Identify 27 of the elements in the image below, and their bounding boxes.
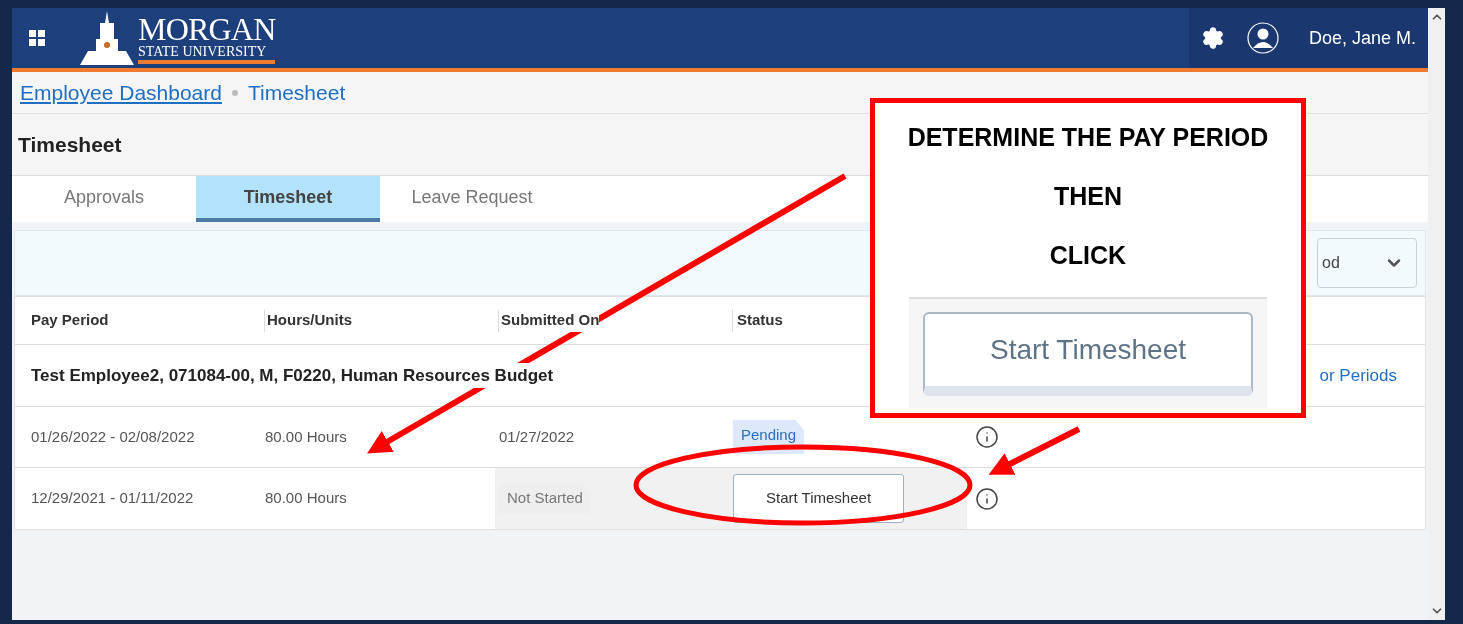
info-icon[interactable]	[975, 486, 999, 511]
tab[interactable]: Approvals	[12, 176, 196, 222]
user-avatar-icon[interactable]	[1246, 22, 1279, 54]
logo-subtitle: STATE UNIVERSITY	[138, 44, 276, 64]
table-cell-text: 80.00 Hours	[265, 426, 348, 447]
periods-link[interactable]: or Periods	[1319, 362, 1397, 389]
table-cell-text: 12/29/2021 - 01/11/2022	[31, 488, 195, 509]
tab[interactable]: Timesheet	[196, 176, 380, 222]
period-dropdown[interactable]: od	[1317, 238, 1417, 288]
table-cell-text: 01/26/2022 - 02/08/2022	[31, 426, 196, 447]
group-title: Test Employee2, 071084-00, M, F0220, Human Resources Budget	[31, 362, 554, 389]
start-timesheet-button[interactable]: Start Timesheet	[923, 311, 1253, 396]
breadcrumb-link[interactable]: Timesheet	[247, 76, 346, 109]
table-cell-text: 80.00 Hours	[265, 488, 348, 509]
callout-text: DETERMINE THE PAY PERIOD	[907, 122, 1269, 153]
start-timesheet-button[interactable]: Start Timesheet	[733, 474, 905, 523]
callout-text: CLICK	[1049, 240, 1127, 271]
page-title: Timesheet	[18, 131, 122, 158]
callout-text: THEN	[1053, 181, 1123, 212]
table-cell-text: 01/27/2022	[499, 426, 575, 447]
logo-title: MORGAN	[138, 12, 276, 45]
apps-grid-icon[interactable]	[28, 29, 46, 47]
settings-icon[interactable]	[1200, 26, 1225, 50]
tab[interactable]: Leave Request	[380, 176, 564, 222]
breadcrumb-link[interactable]: Employee Dashboard	[20, 76, 222, 109]
breadcrumb-separator-icon	[231, 89, 238, 96]
info-icon[interactable]	[975, 425, 999, 449]
